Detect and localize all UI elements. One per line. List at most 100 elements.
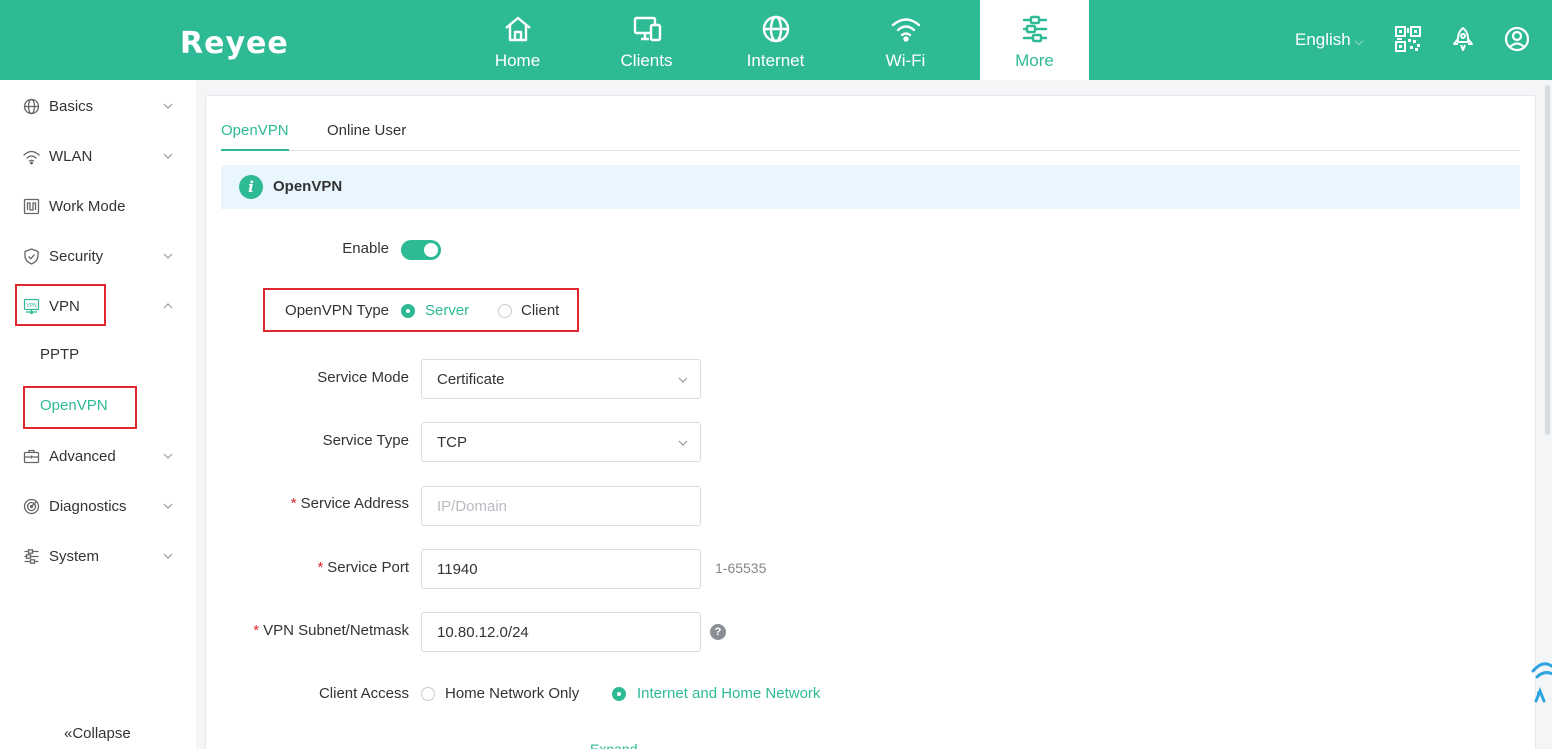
client-access-label: Client Access bbox=[318, 685, 409, 702]
sidebar-item-label: Security bbox=[49, 247, 104, 265]
service-port-label-text: Service Port bbox=[327, 559, 409, 576]
radio-server-label[interactable]: Server bbox=[425, 302, 469, 319]
top-bar: Reyee Home Clients Internet Wi-Fi More E… bbox=[0, 0, 1552, 80]
home-icon bbox=[504, 16, 531, 42]
service-mode-select[interactable]: Certificate bbox=[421, 359, 701, 399]
work-mode-icon bbox=[23, 198, 40, 214]
toolbox-icon bbox=[23, 449, 40, 463]
radio-internet-and-home-label[interactable]: Internet and Home Network bbox=[637, 685, 820, 702]
collapse-button[interactable]: «Collapse bbox=[64, 725, 131, 742]
radio-home-network-only[interactable] bbox=[421, 687, 435, 701]
scrollbar[interactable] bbox=[1545, 85, 1550, 435]
chevron-down-icon bbox=[163, 503, 173, 509]
sidebar-item-advanced[interactable]: Advanced bbox=[0, 436, 196, 476]
toggle-knob bbox=[424, 243, 438, 257]
vpn-subnet-label-text: VPN Subnet/Netmask bbox=[263, 622, 409, 639]
enable-label: Enable bbox=[342, 240, 389, 257]
radio-home-network-only-label[interactable]: Home Network Only bbox=[445, 685, 579, 702]
nav-home-label: Home bbox=[494, 51, 541, 70]
sidebar-item-label: System bbox=[49, 547, 100, 565]
service-address-label-text: Service Address bbox=[300, 495, 409, 512]
user-icon[interactable] bbox=[1504, 26, 1530, 52]
nav-wifi[interactable]: Wi-Fi bbox=[851, 0, 960, 80]
collapse-label: Collapse bbox=[72, 725, 131, 742]
vpn-subnet-label: * VPN Subnet/Netmask bbox=[209, 622, 409, 639]
service-port-input[interactable] bbox=[421, 549, 701, 589]
sidebar-subitem-pptp[interactable]: PPTP bbox=[40, 346, 79, 363]
service-type-label: Service Type bbox=[322, 432, 409, 449]
tab-online-user[interactable]: Online User bbox=[327, 122, 406, 151]
service-type-value: TCP bbox=[437, 433, 467, 451]
language-label: English bbox=[1295, 30, 1351, 49]
nav-home[interactable]: Home bbox=[463, 0, 572, 80]
shield-icon bbox=[24, 247, 39, 265]
expand-link[interactable]: Expand bbox=[590, 741, 637, 749]
tab-openvpn[interactable]: OpenVPN bbox=[221, 122, 289, 151]
radio-client-label[interactable]: Client bbox=[521, 302, 559, 319]
wifi-icon bbox=[23, 150, 40, 164]
highlight-box-openvpn bbox=[23, 386, 137, 429]
sidebar-item-label: Diagnostics bbox=[49, 497, 127, 515]
sidebar-item-label: Work Mode bbox=[49, 197, 126, 215]
rocket-icon[interactable] bbox=[1450, 26, 1476, 52]
chevron-down-icon bbox=[678, 377, 688, 383]
required-asterisk: * bbox=[253, 622, 260, 639]
chevron-down-icon: ⌵ bbox=[1354, 36, 1364, 48]
chevron-down-icon bbox=[163, 453, 173, 459]
sidebar-item-security[interactable]: Security bbox=[0, 236, 196, 276]
sidebar-item-basics[interactable]: Basics bbox=[0, 86, 196, 126]
radio-server[interactable] bbox=[401, 304, 415, 318]
sidebar-item-wlan[interactable]: WLAN bbox=[0, 136, 196, 176]
radio-client[interactable] bbox=[498, 304, 512, 318]
info-title: OpenVPN bbox=[273, 178, 343, 195]
required-asterisk: * bbox=[290, 495, 297, 512]
highlight-box-vpn bbox=[15, 284, 106, 326]
language-select[interactable]: English ⌵ bbox=[1295, 30, 1363, 50]
chevron-down-icon bbox=[678, 440, 688, 446]
service-port-label: * Service Port bbox=[209, 559, 409, 576]
nav-internet[interactable]: Internet bbox=[721, 0, 830, 80]
service-mode-label: Service Mode bbox=[317, 369, 409, 386]
chevron-down-icon bbox=[163, 253, 173, 259]
sidebar-item-label: Advanced bbox=[49, 447, 116, 465]
wifi-icon bbox=[891, 18, 920, 42]
sidebar-item-system[interactable]: System bbox=[0, 536, 196, 576]
required-asterisk: * bbox=[317, 559, 324, 576]
service-mode-value: Certificate bbox=[437, 370, 505, 388]
vpn-subnet-input[interactable] bbox=[421, 612, 701, 652]
nav-more[interactable]: More bbox=[980, 0, 1089, 80]
floating-assistant-icon[interactable] bbox=[1531, 655, 1552, 705]
help-icon[interactable]: ? bbox=[710, 624, 726, 640]
service-type-select[interactable]: TCP bbox=[421, 422, 701, 462]
sidebar-item-diagnostics[interactable]: Diagnostics bbox=[0, 486, 196, 526]
nav-clients[interactable]: Clients bbox=[592, 0, 701, 80]
globe-icon bbox=[23, 98, 40, 114]
sidebar-item-label: WLAN bbox=[49, 147, 93, 165]
chevron-down-icon bbox=[163, 153, 173, 159]
chevron-down-icon bbox=[163, 553, 173, 559]
reyee-logo[interactable]: Reyee bbox=[180, 26, 289, 61]
sidebar-item-label: Basics bbox=[49, 97, 94, 115]
qr-code-icon[interactable] bbox=[1395, 26, 1421, 52]
nav-more-label: More bbox=[1015, 51, 1054, 70]
service-address-input[interactable] bbox=[421, 486, 701, 526]
enable-toggle[interactable] bbox=[401, 240, 441, 260]
service-address-label: * Service Address bbox=[209, 495, 409, 512]
openvpn-type-label: OpenVPN Type bbox=[285, 302, 389, 319]
diagnostics-icon bbox=[23, 498, 40, 514]
nav-internet-label: Internet bbox=[746, 51, 805, 70]
chevron-up-icon bbox=[163, 303, 173, 309]
chevron-down-icon bbox=[163, 103, 173, 109]
sidebar-item-work-mode[interactable]: Work Mode bbox=[0, 186, 196, 226]
nav-clients-label: Clients bbox=[620, 51, 673, 70]
info-icon: i bbox=[239, 175, 263, 199]
tab-bar: OpenVPN Online User bbox=[221, 118, 1520, 151]
system-settings-icon bbox=[24, 548, 39, 564]
nav-wifi-label: Wi-Fi bbox=[885, 51, 926, 70]
info-banner: i OpenVPN bbox=[221, 165, 1520, 209]
service-port-range-hint: 1-65535 bbox=[715, 560, 767, 576]
radio-internet-and-home[interactable] bbox=[612, 687, 626, 701]
devices-icon bbox=[633, 16, 661, 42]
globe-icon bbox=[762, 15, 789, 43]
more-settings-icon bbox=[1022, 15, 1047, 43]
